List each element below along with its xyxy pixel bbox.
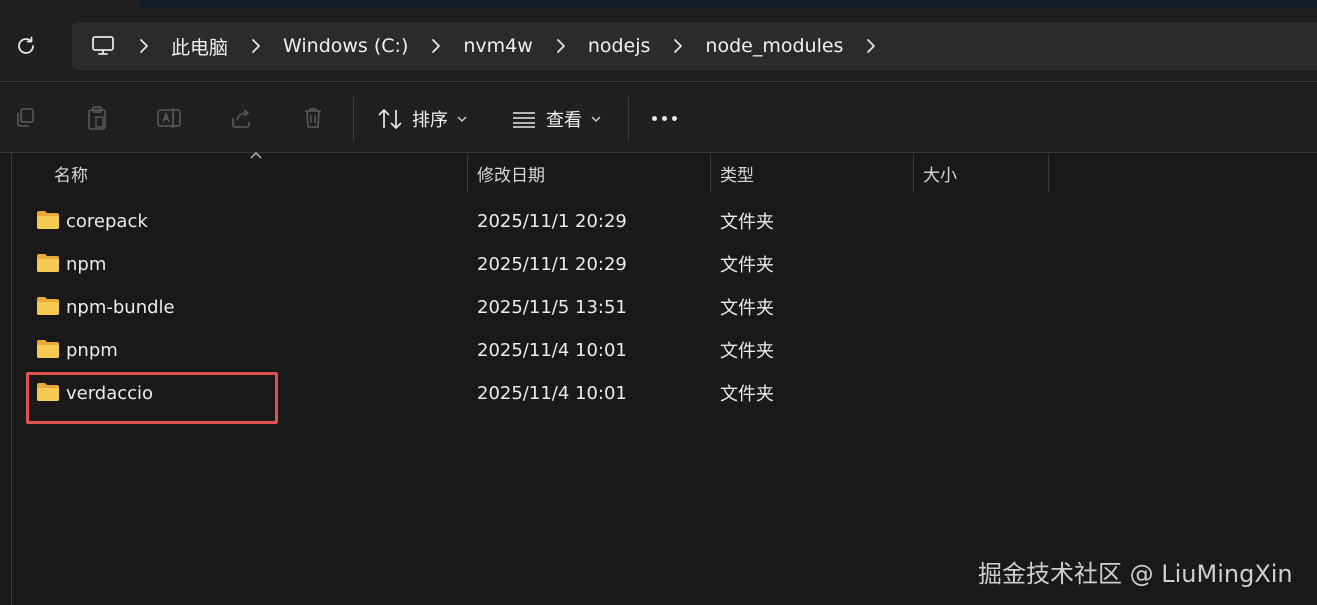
title-strip [140,0,1317,8]
folder-icon [37,211,59,229]
chevron-right-icon[interactable] [136,36,152,56]
column-divider[interactable] [710,155,711,193]
file-row-npm[interactable]: npm 2025/11/1 20:29 文件夹 [24,244,924,284]
chevron-down-icon [591,116,601,122]
paste-icon[interactable] [82,103,112,133]
more-options-icon[interactable] [652,116,677,121]
address-bar[interactable]: 此电脑 Windows (C:) nvm4w nodejs node_modul… [72,22,1317,70]
file-name: corepack [66,210,148,232]
file-date: 2025/11/4 10:01 [477,339,627,361]
file-row-pnpm[interactable]: pnpm 2025/11/4 10:01 文件夹 [24,330,924,370]
sort-button[interactable]: 排序 [377,103,467,135]
chevron-right-icon[interactable] [553,36,569,56]
breadcrumb-this-pc[interactable]: 此电脑 [171,33,228,60]
folder-icon [37,254,59,272]
file-row-npm-bundle[interactable]: npm-bundle 2025/11/5 13:51 文件夹 [24,287,924,327]
breadcrumb-drive-c[interactable]: Windows (C:) [283,35,408,57]
breadcrumb-nvm4w[interactable]: nvm4w [463,35,532,57]
file-date: 2025/11/1 20:29 [477,210,627,232]
refresh-icon[interactable] [12,32,40,60]
column-name[interactable]: 名称 [54,153,88,193]
address-bar-region: 此电脑 Windows (C:) nvm4w nodejs node_modul… [0,0,1317,82]
file-name: pnpm [66,339,118,361]
view-button[interactable]: 查看 [511,103,601,135]
column-size[interactable]: 大小 [923,153,957,193]
folder-icon [37,297,59,315]
file-type: 文件夹 [720,341,774,362]
toolbar-divider [628,97,629,141]
copy-icon[interactable] [10,103,40,133]
file-type: 文件夹 [720,255,774,276]
chevron-right-icon[interactable] [670,36,686,56]
view-lines-icon [513,112,535,128]
chevron-right-icon[interactable] [248,36,264,56]
file-date: 2025/11/1 20:29 [477,253,627,275]
toolbar-divider [353,97,354,141]
column-divider[interactable] [467,155,468,193]
chevron-right-icon[interactable] [428,36,444,56]
column-header: 名称 修改日期 类型 大小 [0,152,1317,193]
file-date: 2025/11/5 13:51 [477,296,627,318]
file-type: 文件夹 [720,298,774,319]
command-bar: 排序 查看 [0,83,1317,153]
column-date-modified[interactable]: 修改日期 [477,153,545,193]
pane-divider [11,153,12,605]
column-type[interactable]: 类型 [720,153,754,193]
delete-icon[interactable] [298,103,328,133]
computer-icon[interactable] [90,33,116,59]
breadcrumb-node-modules[interactable]: node_modules [705,35,843,57]
sort-icon [378,109,402,129]
rename-icon[interactable] [154,103,184,133]
file-type: 文件夹 [720,212,774,233]
file-name: npm [66,253,107,275]
chevron-down-icon [457,116,467,122]
sort-ascending-icon [250,152,262,159]
share-icon[interactable] [226,103,256,133]
breadcrumb-nodejs[interactable]: nodejs [588,35,651,57]
file-name: npm-bundle [66,296,175,318]
file-date: 2025/11/4 10:01 [477,382,627,404]
view-label: 查看 [546,110,582,131]
file-row-corepack[interactable]: corepack 2025/11/1 20:29 文件夹 [24,201,924,241]
column-divider[interactable] [1048,155,1049,193]
watermark: 掘金技术社区 @ LiuMingXin [978,560,1293,588]
folder-icon [37,340,59,358]
sort-label: 排序 [412,110,448,131]
file-type: 文件夹 [720,384,774,405]
column-divider[interactable] [913,155,914,193]
highlight-box [26,372,278,424]
chevron-right-icon[interactable] [863,36,879,56]
